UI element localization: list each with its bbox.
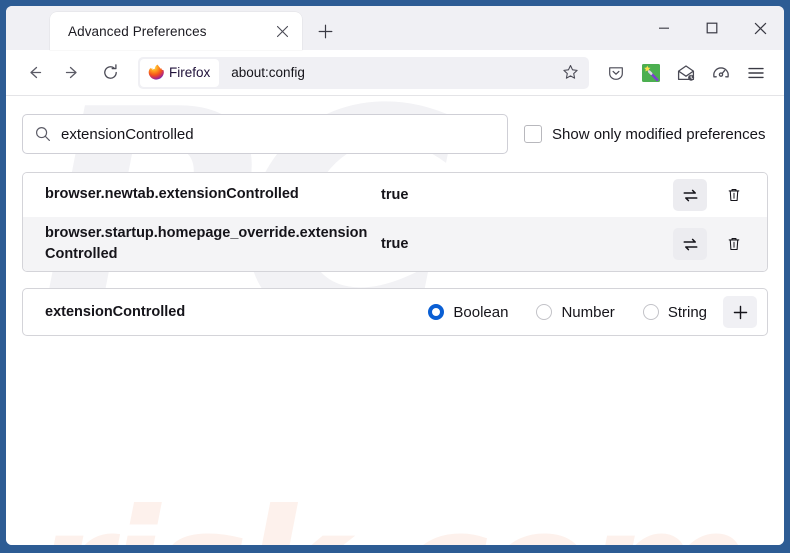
type-option-string[interactable]: String bbox=[642, 303, 707, 321]
preferences-table: browser.newtab.extensionControlled true bbox=[22, 172, 768, 273]
hamburger-menu-icon[interactable] bbox=[740, 57, 772, 89]
radio-boolean-label: Boolean bbox=[453, 303, 509, 321]
watermark-bottom-text: risk.com bbox=[34, 476, 750, 545]
reload-button[interactable] bbox=[94, 57, 126, 89]
navigation-toolbar: Firefox about:config bbox=[6, 50, 784, 96]
table-row[interactable]: browser.newtab.extensionControlled true bbox=[23, 173, 767, 217]
type-option-number[interactable]: Number bbox=[536, 303, 615, 321]
pocket-icon[interactable] bbox=[600, 57, 632, 89]
firefox-logo-icon bbox=[148, 64, 164, 80]
tab-strip: Advanced Preferences bbox=[6, 6, 784, 50]
tab-advanced-preferences[interactable]: Advanced Preferences bbox=[50, 12, 302, 50]
back-button[interactable] bbox=[18, 57, 50, 89]
toggle-arrows-icon[interactable] bbox=[673, 228, 707, 261]
trash-icon[interactable] bbox=[717, 179, 751, 211]
show-modified-label: Show only modified preferences bbox=[552, 125, 766, 143]
radio-string-label: String bbox=[667, 303, 707, 321]
show-modified-checkbox[interactable] bbox=[524, 125, 542, 143]
identity-chip[interactable]: Firefox bbox=[140, 58, 220, 87]
window-controls bbox=[640, 6, 784, 50]
new-preference-name: extensionControlled bbox=[45, 304, 186, 321]
row-actions bbox=[673, 179, 757, 211]
forward-button[interactable] bbox=[56, 57, 88, 89]
url-text: about:config bbox=[231, 65, 305, 80]
tab-title: Advanced Preferences bbox=[68, 23, 207, 39]
row-actions bbox=[673, 228, 757, 261]
mail-icon[interactable] bbox=[670, 57, 702, 89]
add-preference-button[interactable] bbox=[723, 296, 757, 329]
preference-name: browser.newtab.extensionControlled bbox=[45, 186, 299, 203]
tab-close-icon[interactable] bbox=[270, 19, 294, 43]
maximize-button[interactable] bbox=[688, 6, 736, 50]
radio-string[interactable] bbox=[642, 304, 659, 321]
filter-row: extensionControlled Show only modified p… bbox=[22, 114, 768, 154]
preference-value: true bbox=[381, 236, 409, 253]
preference-value: true bbox=[381, 187, 409, 203]
radio-number-label: Number bbox=[561, 303, 615, 321]
search-input-value: extensionControlled bbox=[61, 125, 194, 143]
new-preference-type-group: Boolean Number String bbox=[428, 304, 707, 321]
search-input[interactable]: extensionControlled bbox=[22, 114, 508, 154]
about-config-page: PC risk.com extensionControlled Show onl bbox=[6, 96, 784, 545]
new-tab-button[interactable] bbox=[308, 14, 342, 48]
extension-magic-wand-icon[interactable] bbox=[635, 57, 667, 89]
add-preference-row: extensionControlled Boolean Number Strin… bbox=[22, 288, 768, 337]
search-icon bbox=[35, 126, 51, 142]
identity-chip-label: Firefox bbox=[169, 65, 211, 80]
toggle-arrows-icon[interactable] bbox=[673, 179, 707, 211]
minimize-button[interactable] bbox=[640, 6, 688, 50]
type-option-boolean[interactable]: Boolean bbox=[428, 304, 508, 321]
radio-boolean[interactable] bbox=[428, 304, 445, 321]
trash-icon[interactable] bbox=[717, 228, 751, 260]
browser-chrome: Advanced Preferences Firefox about:confi… bbox=[6, 6, 784, 545]
address-bar[interactable]: Firefox about:config bbox=[138, 56, 589, 89]
show-modified-toggle[interactable]: Show only modified preferences bbox=[524, 125, 765, 143]
browser-window: Advanced Preferences Firefox about:confi… bbox=[0, 0, 790, 553]
preference-name: browser.startup.homepage_override.extens… bbox=[45, 225, 368, 263]
speedometer-icon[interactable] bbox=[705, 57, 737, 89]
radio-number[interactable] bbox=[536, 304, 553, 321]
table-row[interactable]: browser.startup.homepage_override.extens… bbox=[23, 217, 767, 272]
bookmark-star-icon[interactable] bbox=[557, 60, 583, 86]
close-button[interactable] bbox=[736, 6, 784, 50]
